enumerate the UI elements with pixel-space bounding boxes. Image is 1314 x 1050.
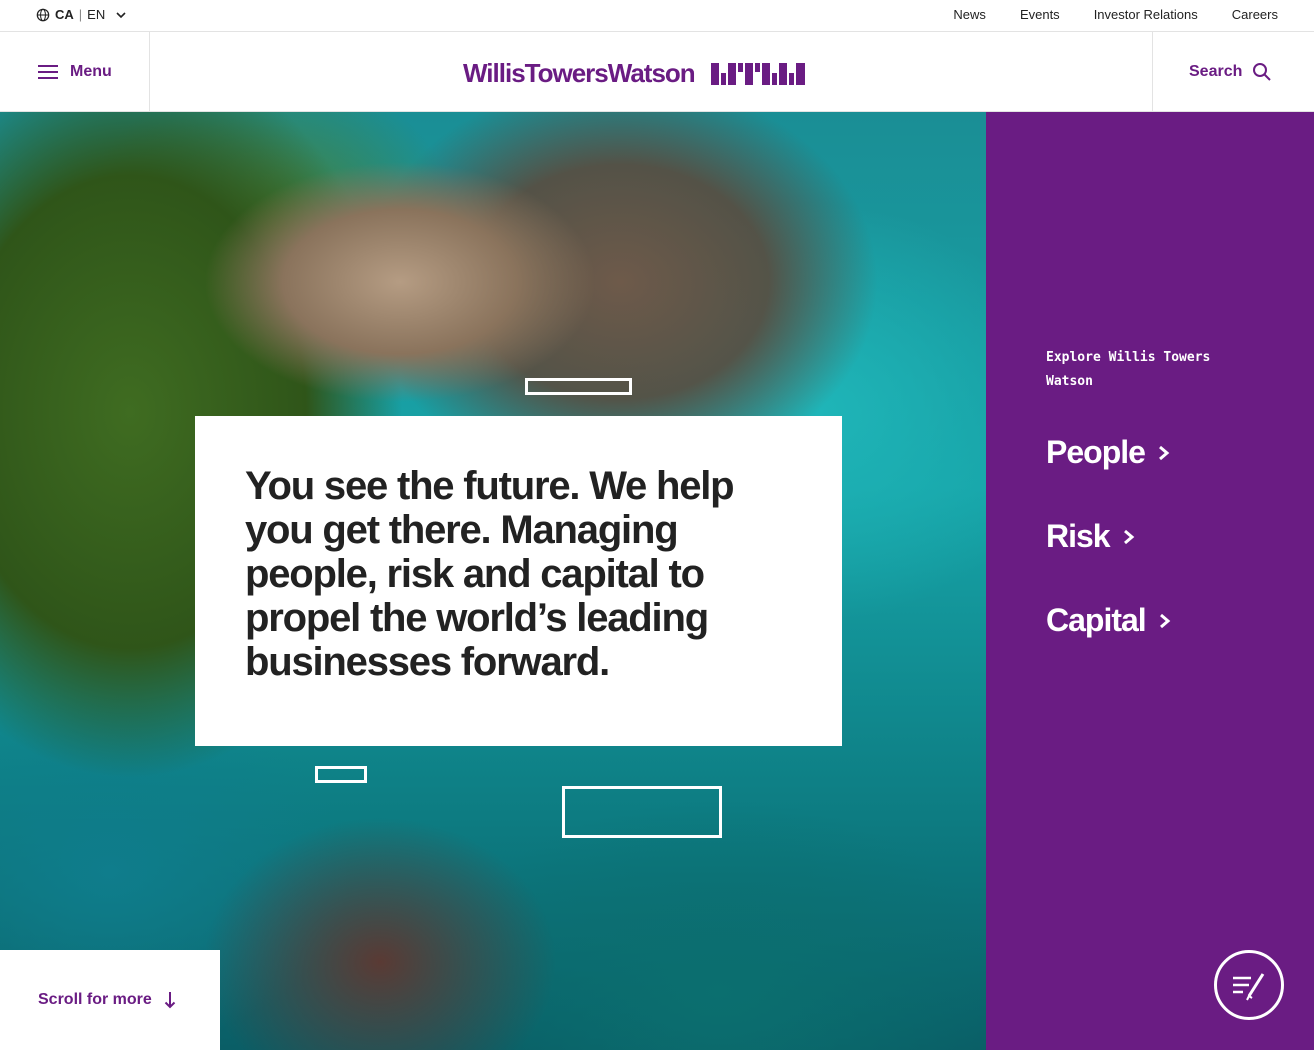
locale-selector[interactable]: CA | EN [36, 7, 127, 22]
menu-label: Menu [70, 62, 112, 80]
decorative-frame [315, 766, 367, 783]
explore-link-label: Capital [1046, 602, 1147, 638]
utility-link-events[interactable]: Events [1020, 7, 1060, 22]
scroll-label: Scroll for more [38, 991, 152, 1008]
main-header: Menu WillisTowersWatson Search [0, 32, 1314, 112]
logo-wordmark: WillisTowersWatson [463, 58, 696, 88]
search-button[interactable]: Search [1152, 32, 1314, 111]
chevron-right-icon [1159, 613, 1170, 628]
decorative-frame [562, 786, 722, 838]
utility-link-investor-relations[interactable]: Investor Relations [1094, 7, 1198, 22]
explore-link-people[interactable]: People [1046, 434, 1171, 471]
utility-bar: CA | EN News Events Investor Relations C… [0, 0, 1314, 32]
site-logo[interactable]: WillisTowersWatson [463, 58, 805, 89]
chevron-down-icon[interactable] [115, 9, 127, 21]
feedback-icon [1233, 973, 1265, 1001]
chevron-right-icon [1158, 445, 1170, 460]
scroll-for-more-button[interactable]: Scroll for more [0, 950, 220, 1050]
hero-headline: You see the future. We help you get ther… [245, 464, 735, 684]
decorative-frame [525, 378, 632, 395]
utility-link-news[interactable]: News [953, 7, 986, 22]
utility-links: News Events Investor Relations Careers [953, 7, 1278, 22]
hamburger-icon [38, 64, 58, 79]
hero-headline-card: You see the future. We help you get ther… [195, 416, 842, 746]
logo-mark-icon [710, 62, 805, 85]
explore-link-label: People [1046, 434, 1146, 470]
locale-country: CA [55, 7, 74, 22]
explore-link-capital[interactable]: Capital [1046, 602, 1172, 639]
explore-panel: Explore Willis Towers Watson People Risk… [986, 112, 1314, 1050]
feedback-button[interactable] [1214, 950, 1284, 1020]
explore-heading: Explore Willis Towers Watson [1046, 350, 1211, 389]
locale-language: EN [87, 7, 106, 22]
chevron-right-icon [1123, 529, 1134, 544]
globe-icon [36, 8, 50, 21]
menu-button[interactable]: Menu [0, 32, 150, 111]
search-icon [1253, 62, 1272, 81]
locale-divider: | [78, 7, 83, 22]
search-label: Search [1189, 62, 1243, 80]
explore-link-risk[interactable]: Risk [1046, 518, 1136, 555]
arrow-down-icon [164, 992, 176, 1009]
explore-link-label: Risk [1046, 518, 1111, 554]
utility-link-careers[interactable]: Careers [1232, 7, 1278, 22]
